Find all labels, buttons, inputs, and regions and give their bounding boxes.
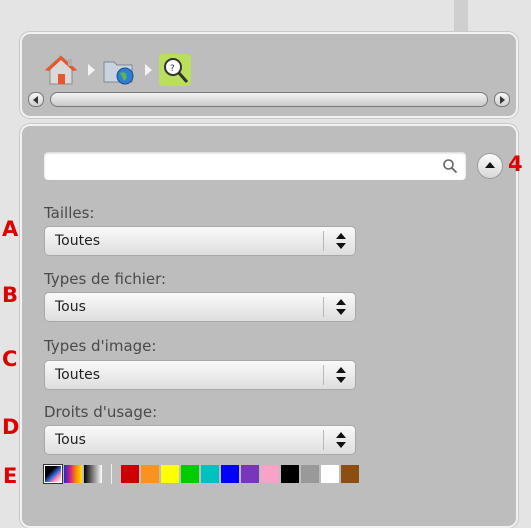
color-swatch-gradient[interactable] [64, 465, 82, 483]
search-icon[interactable] [442, 158, 458, 174]
color-swatch[interactable] [321, 465, 339, 483]
folder-globe-icon[interactable] [101, 53, 135, 87]
select-arrows-icon [336, 367, 346, 383]
callout-d: D [2, 415, 20, 439]
navigation-panel: ? [20, 32, 518, 118]
select-arrows-icon [336, 299, 346, 315]
select-arrows-icon [336, 233, 346, 249]
callout-c: C [2, 347, 18, 371]
svg-text:?: ? [170, 64, 175, 74]
usage-rights-select[interactable]: Tous [45, 426, 355, 454]
sizes-value: Toutes [55, 233, 101, 249]
search-filter-panel: Tailles: Toutes Types de fichier: Tous T… [2, 124, 523, 528]
file-types-label: Types de fichier: [44, 270, 167, 288]
color-swatch[interactable] [301, 465, 319, 483]
breadcrumb: ? [44, 50, 192, 90]
file-types-value: Tous [55, 299, 86, 315]
image-types-value: Toutes [55, 367, 101, 383]
color-filter-row [44, 464, 361, 484]
color-swatch[interactable] [141, 465, 159, 483]
background-divider [454, 0, 468, 32]
color-swatch[interactable] [161, 465, 179, 483]
callout-b: B [2, 283, 19, 307]
color-swatch[interactable] [261, 465, 279, 483]
color-swatch[interactable] [341, 465, 359, 483]
image-types-label: Types d'image: [44, 337, 157, 355]
color-swatch[interactable] [121, 465, 139, 483]
search-box[interactable] [44, 152, 466, 180]
callout-e: E [3, 464, 18, 488]
usage-rights-label: Droits d'usage: [44, 403, 158, 421]
sizes-label: Tailles: [44, 204, 95, 222]
search-folder-icon[interactable]: ? [158, 53, 192, 87]
horizontal-scrollbar[interactable] [28, 92, 510, 107]
file-types-select[interactable]: Tous [45, 293, 355, 321]
color-swatch[interactable] [201, 465, 219, 483]
scroll-right-button[interactable] [494, 92, 510, 107]
color-swatch[interactable] [281, 465, 299, 483]
chevron-right-icon [88, 64, 95, 76]
home-icon[interactable] [44, 53, 78, 87]
chevron-right-icon [145, 64, 152, 76]
color-swatch[interactable] [221, 465, 239, 483]
image-types-select[interactable]: Toutes [45, 361, 355, 389]
callout-a: A [2, 217, 19, 241]
search-input[interactable] [50, 152, 434, 180]
color-swatch[interactable] [181, 465, 199, 483]
color-swatch[interactable] [241, 465, 259, 483]
sizes-select[interactable]: Toutes [45, 227, 355, 255]
swatch-divider [111, 464, 112, 484]
select-arrows-icon [336, 432, 346, 448]
usage-rights-value: Tous [55, 432, 86, 448]
black-and-white-swatch[interactable] [84, 465, 102, 483]
callout-4: 4 [508, 152, 523, 176]
scroll-left-button[interactable] [28, 92, 44, 107]
full-color-swatch[interactable] [44, 465, 62, 483]
collapse-filters-button[interactable] [478, 154, 502, 178]
scrollbar-thumb[interactable] [50, 92, 488, 107]
